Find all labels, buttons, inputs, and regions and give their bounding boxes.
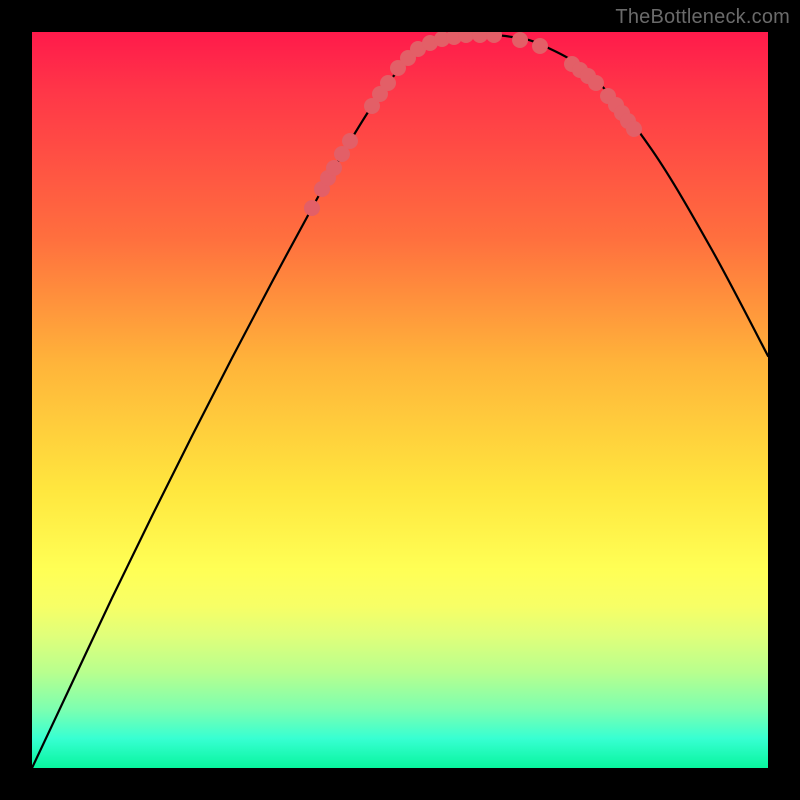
highlight-dot bbox=[626, 121, 642, 137]
highlight-dot bbox=[304, 200, 320, 216]
chart-svg bbox=[32, 32, 768, 768]
highlight-dot bbox=[380, 75, 396, 91]
highlight-dot bbox=[486, 32, 502, 43]
highlight-dot bbox=[588, 75, 604, 91]
highlight-dot bbox=[472, 32, 488, 43]
plot-area bbox=[32, 32, 768, 768]
highlight-dot bbox=[532, 38, 548, 54]
highlight-dots bbox=[304, 32, 642, 216]
watermark-text: TheBottleneck.com bbox=[615, 6, 790, 29]
highlight-dot bbox=[512, 32, 528, 48]
bottleneck-curve bbox=[32, 35, 768, 768]
chart-frame: TheBottleneck.com bbox=[0, 0, 800, 800]
highlight-dot bbox=[326, 160, 342, 176]
highlight-dot bbox=[342, 133, 358, 149]
